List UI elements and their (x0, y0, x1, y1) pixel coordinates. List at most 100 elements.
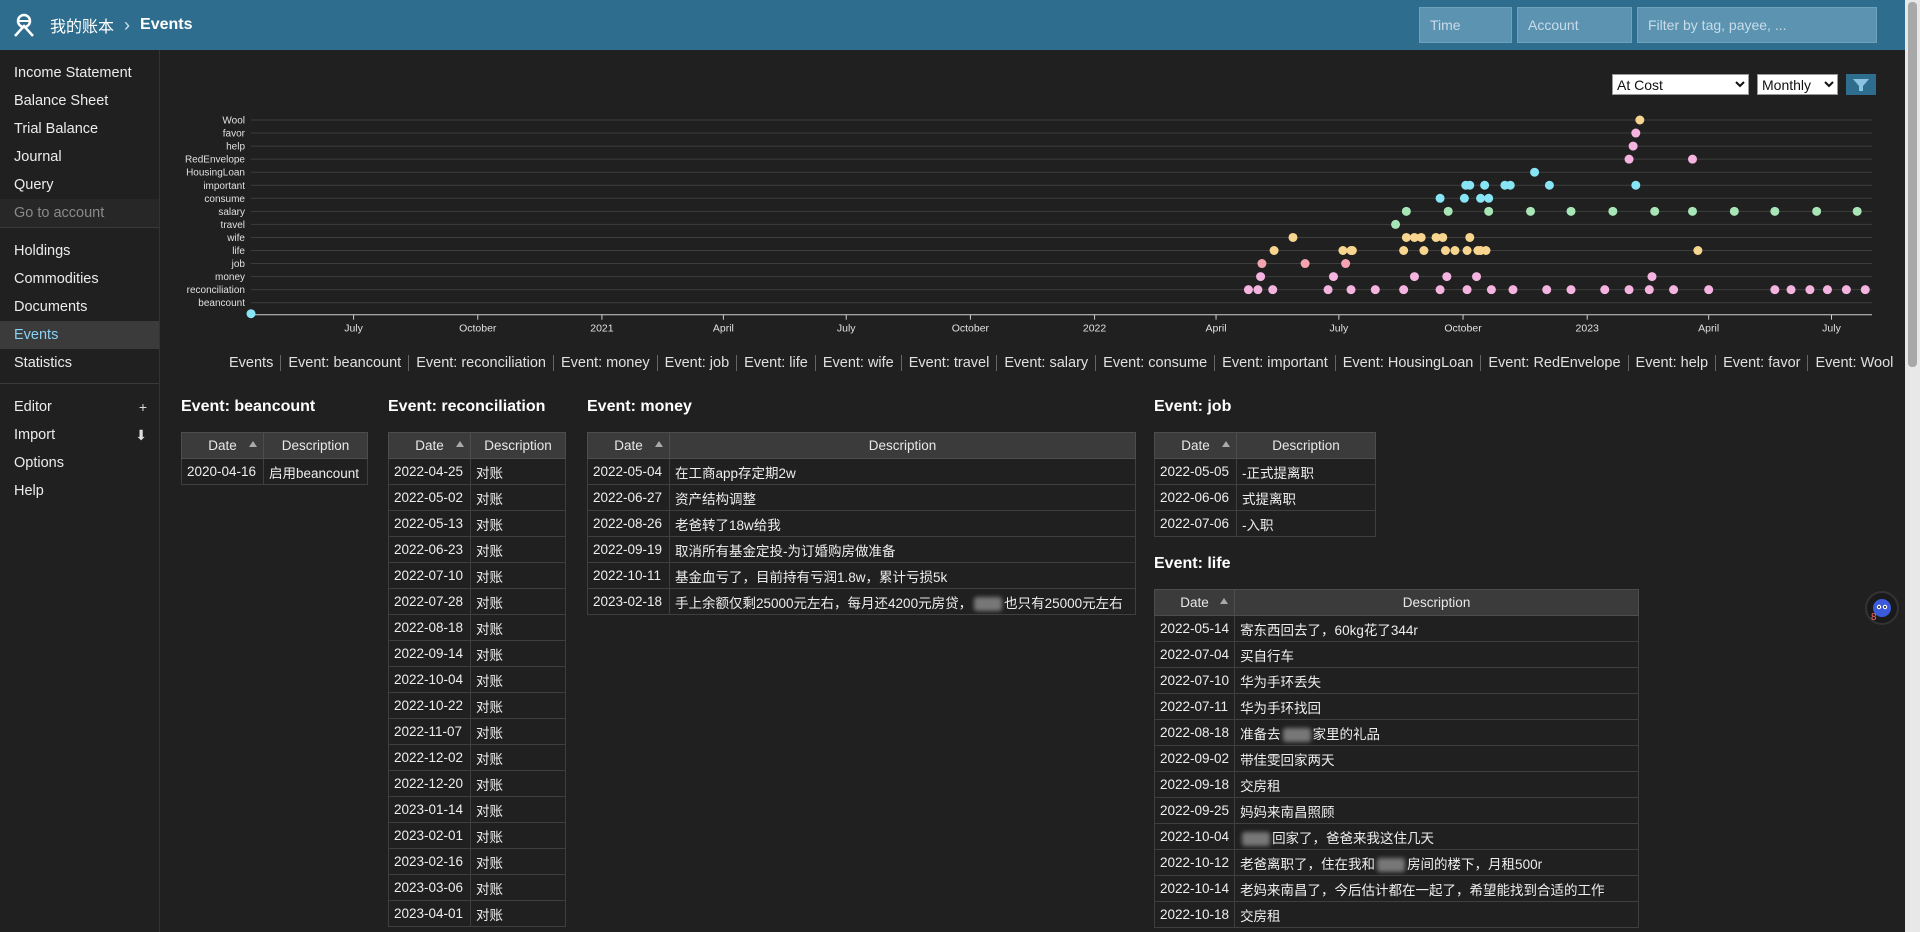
event-point-life (1440, 246, 1450, 255)
breadcrumb-separator: › (124, 14, 131, 35)
legend-item[interactable]: Event: help (1629, 355, 1717, 371)
sort-asc-icon[interactable] (456, 441, 464, 447)
event-point-money (1256, 272, 1266, 282)
panel-reconciliation: Event: reconciliation Date Description 202… (388, 398, 566, 927)
page-scrollbar[interactable] (1905, 0, 1920, 932)
legend-item-events[interactable]: Events (222, 355, 282, 371)
description-text: 华为手环丢失 (1240, 674, 1322, 690)
sidebar-item-documents[interactable]: Documents (0, 293, 159, 321)
event-point-reconciliation (1399, 285, 1409, 295)
sidebar-item-query[interactable]: Query (0, 171, 159, 199)
conversion-select[interactable]: At CostAt Market ValueUnits (1612, 74, 1749, 95)
event-point-salary (1650, 206, 1660, 216)
legend-item[interactable]: Event: consume (1096, 355, 1216, 371)
event-date-cell: 2022-05-14 (1153, 615, 1236, 642)
legend-item[interactable]: Event: travel (902, 355, 998, 371)
date-column-header[interactable]: Date (388, 432, 471, 459)
date-column-header[interactable]: Date (1154, 432, 1237, 459)
legend-item[interactable]: Event: HousingLoan (1336, 355, 1482, 371)
event-description-cell: 带佳雯回家两天 (1234, 745, 1640, 772)
legend-item[interactable]: Event: important (1215, 355, 1336, 371)
legend-item[interactable]: Event: salary (997, 355, 1097, 371)
y-tick-label: consume (204, 194, 245, 205)
x-tick-label: July (344, 323, 363, 335)
description-column-header[interactable]: Description (1234, 589, 1640, 616)
x-tick-label: April (713, 323, 734, 335)
table-row: 2022-10-14 老妈来南昌了，今后估计都在一起了，希望能找到合适的工作 (1153, 875, 1640, 902)
download-icon[interactable]: ⬇ (135, 421, 147, 449)
description-text: 对账 (476, 751, 503, 767)
sort-asc-icon[interactable] (655, 441, 663, 447)
table-row: 2022-10-04 回家了，爸爸来我这住几天 (1153, 823, 1640, 850)
legend-item[interactable]: Event: beancount (281, 355, 410, 371)
panel-job: Event: job Date Description 2022-05-05 -正式提… (1154, 398, 1376, 537)
description-column-header[interactable]: Description (470, 432, 566, 459)
floating-assistant-button[interactable]: 8 (1865, 591, 1899, 625)
event-point-wool (1635, 115, 1645, 125)
event-point-reconciliation (1323, 285, 1333, 295)
event-point-redenvelope (1624, 154, 1634, 164)
sidebar-item-options[interactable]: Options (0, 449, 159, 477)
sidebar-item-balance-sheet[interactable]: Balance Sheet (0, 87, 159, 115)
event-date-cell: 2022-09-14 (388, 640, 471, 667)
time-filter-input[interactable] (1419, 7, 1512, 43)
tag-filter-input[interactable] (1637, 7, 1877, 43)
table-beancount: Date Description 2020-04-16 启用beancount (181, 432, 368, 485)
sidebar-item-import[interactable]: Import ⬇ (0, 421, 159, 449)
sidebar-item-editor[interactable]: Editor + (0, 393, 159, 421)
date-column-header[interactable]: Date (1153, 589, 1236, 616)
legend-item[interactable]: Event: wife (816, 355, 902, 371)
event-description-cell: 资产结构调整 (669, 484, 1136, 511)
legend-item[interactable]: Event: money (554, 355, 658, 371)
description-column-header[interactable]: Description (669, 432, 1136, 459)
sidebar-item-statistics[interactable]: Statistics (0, 349, 159, 377)
sidebar-item-holdings[interactable]: Holdings (0, 237, 159, 265)
sidebar-item-journal[interactable]: Journal (0, 143, 159, 171)
event-date-cell: 2022-07-04 (1153, 641, 1236, 668)
event-date-cell: 2022-12-20 (388, 770, 471, 797)
event-description-cell: 寄东西回去了，60kg花了344r (1234, 615, 1640, 642)
date-header-label: Date (415, 438, 444, 453)
legend-item[interactable]: Event: job (658, 355, 738, 371)
legend-item[interactable]: Event: favor (1716, 355, 1809, 371)
legend-item[interactable]: Event: life (737, 355, 816, 371)
description-text: 老爸转了18w给我 (675, 517, 781, 533)
plus-icon[interactable]: + (139, 393, 147, 421)
description-text: 对账 (476, 803, 503, 819)
sidebar-item-events[interactable]: Events (0, 321, 159, 349)
event-point-consume (1459, 193, 1469, 203)
date-column-header[interactable]: Date (587, 432, 670, 459)
event-description-cell: 启用beancount (263, 458, 368, 485)
event-point-salary (1401, 206, 1411, 216)
filter-toggle-button[interactable] (1846, 74, 1876, 95)
go-to-account-input[interactable]: Go to account (0, 199, 159, 227)
sidebar-item-help[interactable]: Help (0, 477, 159, 505)
legend-item[interactable]: Event: Wool (1808, 355, 1900, 371)
legend-item[interactable]: Event: RedEnvelope (1481, 355, 1629, 371)
sort-asc-icon[interactable] (1222, 441, 1230, 447)
legend-item[interactable]: Event: reconciliation (409, 355, 554, 371)
description-text: 准备去 (1240, 726, 1281, 742)
interval-select[interactable]: YearlyQuarterlyMonthlyWeeklyDaily (1757, 74, 1838, 95)
date-column-header[interactable]: Date (181, 432, 264, 459)
sidebar-item-income-statement[interactable]: Income Statement (0, 59, 159, 87)
event-point-reconciliation (1841, 285, 1851, 295)
sidebar-item-commodities[interactable]: Commodities (0, 265, 159, 293)
scrollbar-thumb[interactable] (1908, 2, 1917, 367)
fava-logo-icon[interactable] (10, 11, 38, 39)
description-text: 取消所有基金定投-为订婚购房做准备 (675, 543, 896, 559)
ledger-title-link[interactable]: 我的账本 (50, 13, 114, 37)
description-text: 华为手环找回 (1240, 700, 1322, 716)
event-point-money (1328, 272, 1338, 282)
description-column-header[interactable]: Description (263, 432, 368, 459)
sort-asc-icon[interactable] (249, 441, 257, 447)
event-description-cell: 对账 (470, 536, 566, 563)
description-column-header[interactable]: Description (1236, 432, 1376, 459)
table-money: Date Description 2022-05-04 在工商app存定期2w 2022… (587, 432, 1136, 615)
sidebar-item-trial-balance[interactable]: Trial Balance (0, 115, 159, 143)
funnel-icon (1853, 78, 1869, 91)
event-point-salary (1608, 206, 1618, 216)
sort-asc-icon[interactable] (1220, 598, 1229, 604)
x-tick-label: July (837, 323, 856, 335)
account-filter-input[interactable] (1517, 7, 1632, 43)
